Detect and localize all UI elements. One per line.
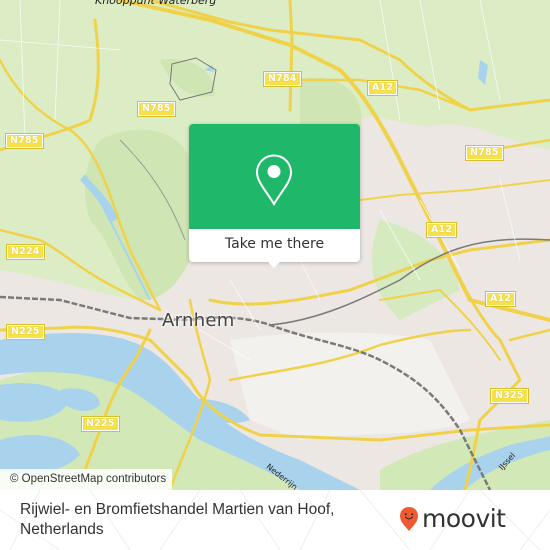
road-label-a12: A12 (366, 80, 399, 96)
take-me-there-button[interactable]: Take me there (189, 229, 360, 262)
place-name: Rijwiel- en Bromfietshandel Martien van … (20, 501, 335, 538)
moovit-logo[interactable]: moovit (399, 506, 506, 532)
road-label-n225: N225 (6, 324, 45, 340)
road-label-n325: N325 (490, 388, 529, 404)
map-attribution[interactable]: © OpenStreetMap contributors (0, 469, 173, 490)
road-label-n785: N785 (465, 145, 504, 161)
road-label-n785: N785 (5, 133, 44, 149)
road-label-n225: N225 (81, 416, 120, 432)
moovit-smiley-pin-icon (400, 507, 418, 531)
road-label-n784: N784 (263, 71, 302, 87)
junction-label: Knooppunt Waterberg (95, 0, 217, 7)
footer-bar: Rijwiel- en Bromfietshandel Martien van … (0, 490, 550, 550)
popup-pointer (267, 261, 281, 268)
popup-header (189, 124, 360, 229)
road-label-a12: A12 (425, 222, 458, 238)
map-pin-icon (255, 154, 293, 206)
road-label-a12: A12 (484, 291, 517, 307)
road-label-n785: N785 (137, 101, 176, 117)
road-label-n224: N224 (6, 244, 45, 260)
location-popup[interactable]: Take me there (189, 124, 360, 268)
map-view[interactable]: Knooppunt Waterberg Arnhem Nederrijn IJs… (0, 0, 550, 490)
city-label: Arnhem (162, 310, 235, 331)
moovit-wordmark: moovit (422, 504, 506, 533)
